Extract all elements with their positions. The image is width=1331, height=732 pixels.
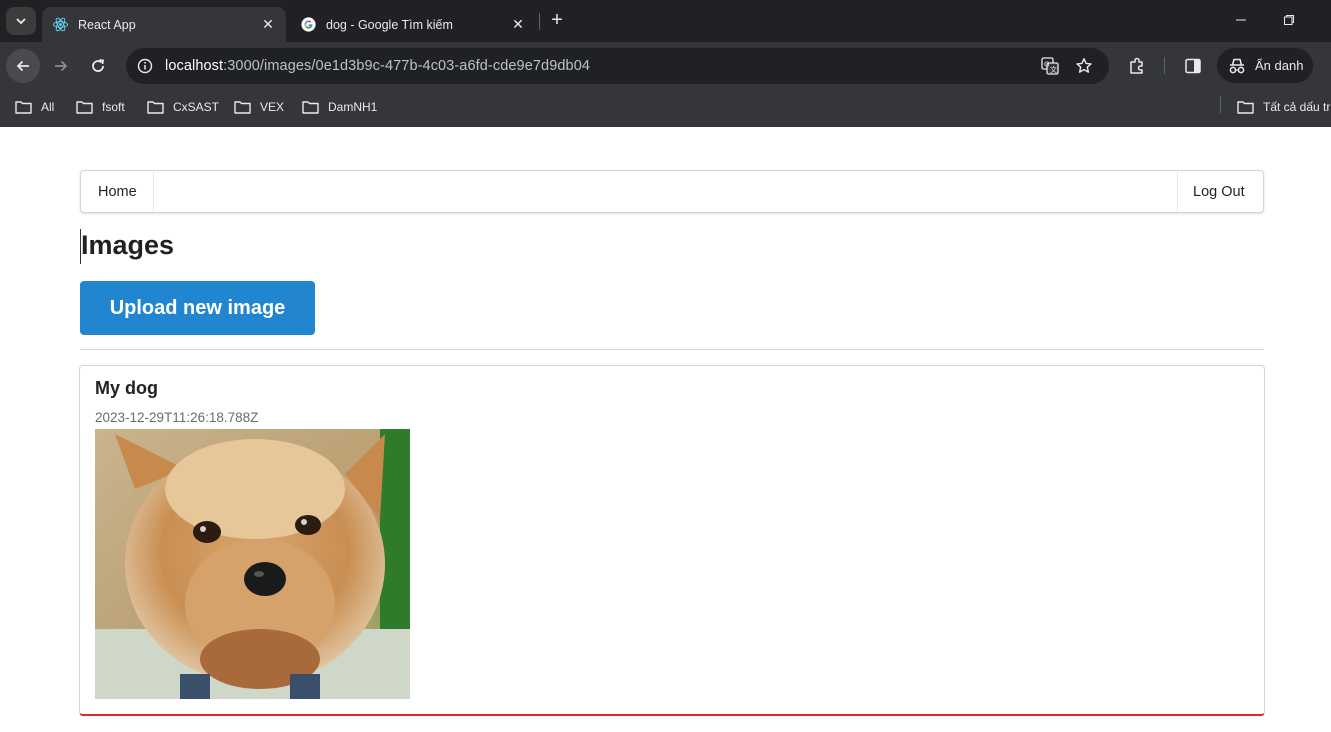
bookmark-label: DamNH1 — [328, 100, 378, 114]
google-logo-icon — [300, 16, 317, 33]
bookmark-fsoft[interactable]: fsoft — [76, 96, 125, 118]
page-content: Home Log Out Images Upload new image My … — [0, 127, 1331, 732]
arrow-right-icon — [55, 60, 68, 72]
bookmark-vex[interactable]: VEX — [234, 96, 284, 118]
toolbar-divider — [1164, 57, 1165, 74]
bookmarks-divider — [1220, 96, 1221, 113]
url-path: :3000/images/0e1d3b9c-477b-4c03-a6fd-cde… — [223, 58, 591, 74]
bookmark-cxsast[interactable]: CxSAST — [147, 96, 219, 118]
folder-icon — [1237, 101, 1254, 114]
tab-separator — [539, 13, 540, 30]
svg-text:文: 文 — [1050, 65, 1057, 74]
back-button[interactable] — [6, 49, 40, 83]
incognito-label: Ẩn danh — [1255, 58, 1304, 73]
site-info-icon[interactable] — [135, 56, 155, 76]
bookmark-label: VEX — [260, 100, 285, 114]
folder-icon — [147, 101, 164, 114]
folder-icon — [234, 101, 251, 114]
image-card: My dog 2023-12-29T11:26:18.788Z — [79, 365, 1265, 716]
folder-icon — [302, 101, 319, 114]
dog-photo — [95, 429, 410, 699]
react-logo-icon — [52, 16, 69, 33]
tab-title: dog - Google Tìm kiếm — [326, 17, 453, 32]
bookmark-label: All — [41, 100, 55, 114]
tab-react-app[interactable]: React App ✕ — [42, 7, 286, 42]
close-tab-icon[interactable]: ✕ — [510, 16, 526, 33]
image-timestamp: 2023-12-29T11:26:18.788Z — [95, 410, 259, 425]
bookmarks-bar: All fsoft CxSAST VEX DamNH1 Tất cả dấu t… — [0, 89, 1331, 127]
new-tab-button[interactable]: + — [546, 9, 568, 31]
bookmark-label: CxSAST — [173, 100, 220, 114]
nav-menu: Home Log Out — [80, 170, 1264, 213]
bookmark-damnh1[interactable]: DamNH1 — [302, 96, 377, 118]
incognito-profile-button[interactable]: Ẩn danh — [1217, 48, 1313, 83]
upload-new-image-button[interactable]: Upload new image — [80, 281, 315, 335]
browser-chrome: React App ✕ dog - Google Tìm kiếm ✕ + lo… — [0, 0, 1331, 127]
bookmark-star-icon[interactable] — [1074, 56, 1094, 76]
bookmark-label: fsoft — [102, 100, 125, 114]
translate-icon[interactable]: G文 — [1040, 56, 1060, 76]
bookmark-all[interactable]: All — [15, 96, 54, 118]
nav-home-link[interactable]: Home — [81, 171, 154, 212]
extensions-icon[interactable] — [1126, 55, 1148, 77]
chevron-down-icon — [16, 18, 26, 25]
tab-google-search[interactable]: dog - Google Tìm kiếm ✕ — [290, 7, 536, 42]
page-title: Images — [81, 230, 175, 260]
svg-text:G: G — [1044, 61, 1049, 69]
tab-search-button[interactable] — [6, 7, 36, 35]
restore-icon[interactable] — [1277, 9, 1301, 31]
tab-strip: React App ✕ dog - Google Tìm kiếm ✕ + — [0, 0, 1331, 42]
side-panel-icon[interactable] — [1182, 55, 1204, 77]
image-title: My dog — [95, 378, 158, 398]
tab-title: React App — [78, 17, 136, 32]
browser-toolbar: localhost:3000/images/0e1d3b9c-477b-4c03… — [0, 42, 1331, 89]
bookmark-label: Tất cả dấu tra — [1263, 100, 1331, 114]
forward-button[interactable] — [44, 49, 78, 83]
close-tab-icon[interactable]: ✕ — [260, 16, 276, 33]
arrow-left-icon — [16, 60, 29, 72]
reload-icon — [92, 59, 105, 72]
bookmark-all-bookmarks[interactable]: Tất cả dấu tra — [1237, 96, 1331, 118]
nav-logout-link[interactable]: Log Out — [1177, 171, 1263, 212]
url-host: localhost — [165, 58, 224, 74]
folder-icon — [15, 101, 32, 114]
incognito-icon — [1229, 58, 1245, 73]
reload-button[interactable] — [81, 49, 115, 83]
minimize-icon[interactable] — [1229, 9, 1253, 31]
address-bar[interactable]: localhost:3000/images/0e1d3b9c-477b-4c03… — [126, 48, 1109, 84]
url-text: localhost:3000/images/0e1d3b9c-477b-4c03… — [165, 58, 590, 74]
folder-icon — [76, 101, 93, 114]
section-divider — [80, 349, 1264, 350]
